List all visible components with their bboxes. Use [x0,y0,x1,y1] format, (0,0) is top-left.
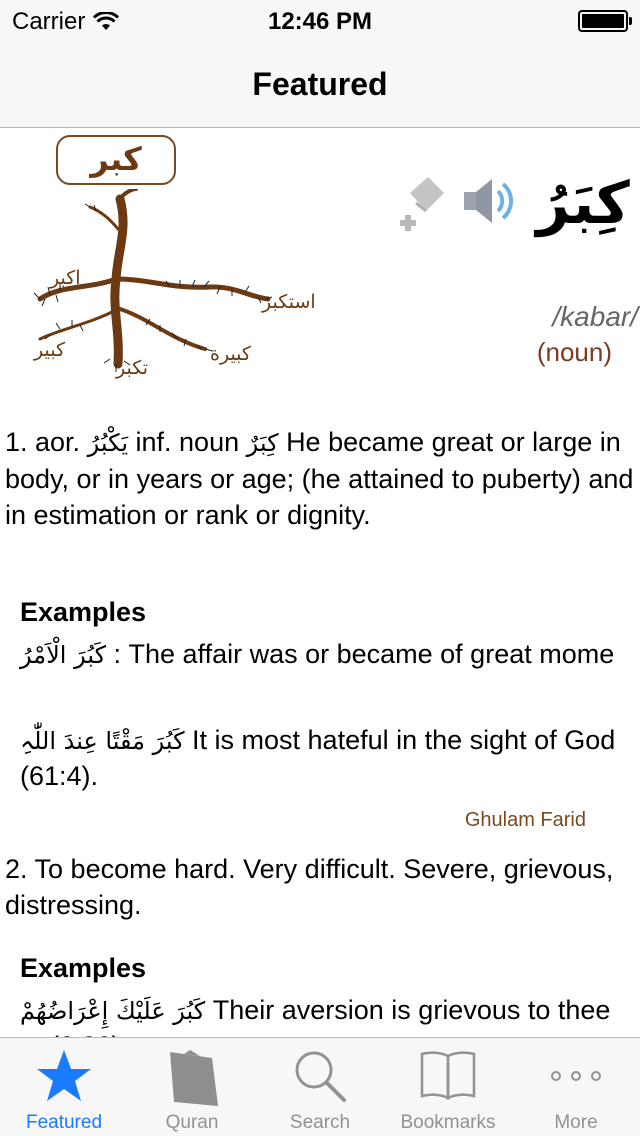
book-cover-icon [170,1050,218,1106]
tab-bookmarks[interactable]: Bookmarks [384,1038,512,1136]
tab-more[interactable]: More [512,1038,640,1136]
tab-search[interactable]: Search [256,1038,384,1136]
example-arabic: كَبُرَ مَقْتًا عِندَ اللّٰہِ [20,727,185,755]
example-arabic: كَبُرَ الْاَمْرُ [20,641,106,669]
derivative-kabira: كبيرة [210,343,251,365]
derivative-istakbar: استكبر [262,291,316,313]
meaning-2-text: 2. To become hard. Very difficult. Sever… [5,854,614,920]
status-bar: Carrier 12:46 PM [0,0,640,40]
speaker-icon[interactable] [460,173,516,229]
tab-featured[interactable]: Featured [0,1038,128,1136]
navigation-bar: Featured [0,40,640,128]
tab-search-label: Search [289,1112,351,1133]
page-title: Featured [252,66,388,102]
part-of-speech: (noun) [536,337,612,367]
bookmark-pin-icon[interactable] [396,173,456,233]
tab-bar: Featured Quran Search Bookmarks More [0,1037,640,1136]
tab-bookmarks-label: Bookmarks [400,1112,496,1133]
derivative-takabbur: تكبر [116,357,148,379]
status-time: 12:46 PM [267,8,373,35]
root-badge: كبر [56,135,176,185]
tab-quran[interactable]: Quran [128,1038,256,1136]
derivative-akbar: اكبر [50,267,81,289]
example-item: كَبُرَ مَقْتًا عِندَ اللّٰہِ It is most … [20,723,635,794]
examples-heading-1: Examples [20,597,147,627]
meaning-1-aorist-arabic: يَكْبُرُ [87,429,128,457]
entry-content[interactable]: كبر اكبر استكبر كبير تكبر كبيرة كِبَرُ /… [0,129,640,1037]
example-text: : The affair was or became of great mome [113,639,615,669]
search-icon [295,1051,346,1102]
battery-icon [578,10,632,32]
meaning-1-infinitive-arabic: كِبَرٌ [246,429,279,457]
derivative-kabir: كبير [34,339,65,361]
example-item: كَبُرَ الْاَمْرُ : The affair was or bec… [20,637,635,673]
tab-quran-label: Quran [165,1112,219,1133]
examples-heading-2: Examples [20,953,147,983]
headword: كِبَرُ [536,169,630,237]
more-dots-icon [551,1071,601,1081]
open-book-icon [420,1051,476,1101]
meaning-1-inf-label: inf. noun [135,427,240,457]
meaning-1-text: 1. aor. يَكْبُرُ inf. noun كِبَرٌ He bec… [5,424,635,533]
transliteration: /kabar/ [552,301,638,332]
tab-featured-label: Featured [25,1112,103,1133]
tab-more-label: More [554,1112,598,1133]
attribution: Ghulam Farid [464,809,586,831]
example-item: كَبُرَ عَلَيْكَ إِعْرَاضُهُمْ Their aver… [20,993,635,1037]
star-icon [37,1050,91,1101]
example-arabic: كَبُرَ عَلَيْكَ إِعْرَاضُهُمْ [20,997,206,1025]
meaning-1-lead: 1. aor. [5,427,81,457]
